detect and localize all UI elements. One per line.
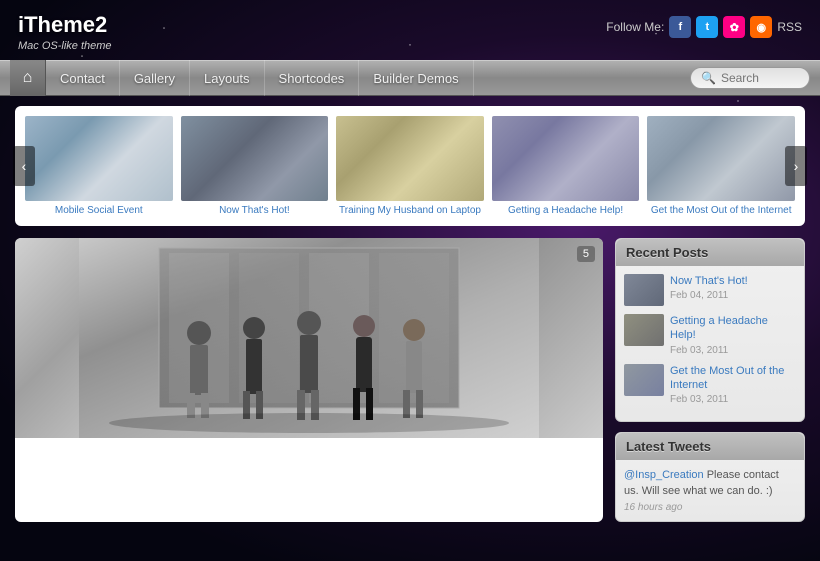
recent-post-3-title[interactable]: Get the Most Out of the Internet (670, 364, 796, 393)
nav-contact[interactable]: Contact (46, 60, 120, 96)
page-header: iTheme2 Mac OS-like theme Follow Me: f t… (0, 0, 820, 60)
slide-4-caption[interactable]: Getting a Headache Help! (492, 205, 640, 216)
nav-gallery[interactable]: Gallery (120, 60, 190, 96)
slide-2-image (181, 116, 329, 201)
slide-2-caption[interactable]: Now That's Hot! (181, 205, 329, 216)
home-nav-button[interactable]: ⌂ (10, 60, 46, 96)
slide-3-caption[interactable]: Training My Husband on Laptop (336, 205, 484, 216)
slide-1-image (25, 116, 173, 201)
slide-5-image (647, 116, 795, 201)
slide-2: Now That's Hot! (181, 116, 329, 216)
nav-layouts[interactable]: Layouts (190, 60, 265, 96)
site-title: iTheme2 (18, 12, 112, 38)
twitter-icon[interactable]: t (696, 16, 718, 38)
recent-thumb-2 (624, 314, 664, 346)
main-content: ‹ Mobile Social Event Now That's Hot! Tr… (0, 96, 820, 532)
main-post-image: 5 (15, 238, 603, 438)
recent-post-3: Get the Most Out of the Internet Feb 03,… (624, 364, 796, 406)
recent-post-1-date: Feb 04, 2011 (670, 290, 748, 301)
recent-post-1-title[interactable]: Now That's Hot! (670, 274, 748, 288)
post-comment-badge: 5 (577, 246, 595, 262)
content-row: 5 Recent Posts Now That's Hot! Feb 04, 2… (15, 238, 805, 522)
recent-post-2-date: Feb 03, 2011 (670, 345, 796, 356)
search-input[interactable] (721, 71, 801, 85)
recent-thumb-1 (624, 274, 664, 306)
main-post: 5 (15, 238, 603, 522)
slideshow-prev-button[interactable]: ‹ (13, 146, 35, 186)
latest-tweets-widget: Latest Tweets @Insp_Creation Please cont… (615, 432, 805, 522)
search-icon: 🔍 (701, 71, 716, 85)
recent-posts-title: Recent Posts (616, 239, 804, 266)
follow-label: Follow Me: (606, 20, 664, 34)
tweet-mention[interactable]: @Insp_Creation (624, 469, 704, 481)
latest-tweets-body: @Insp_Creation Please contact us. Will s… (616, 460, 804, 521)
slide-4: Getting a Headache Help! (492, 116, 640, 216)
navigation-bar: ⌂ Contact Gallery Layouts Shortcodes Bui… (0, 60, 820, 96)
latest-tweets-title: Latest Tweets (616, 433, 804, 460)
site-tagline: Mac OS-like theme (18, 40, 112, 52)
recent-post-2: Getting a Headache Help! Feb 03, 2011 (624, 314, 796, 356)
site-branding: iTheme2 Mac OS-like theme (18, 12, 112, 52)
rss-icon[interactable]: ◉ (750, 16, 772, 38)
slide-1: Mobile Social Event (25, 116, 173, 216)
slideshow-next-button[interactable]: › (785, 146, 807, 186)
recent-post-3-date: Feb 03, 2011 (670, 394, 796, 405)
recent-post-2-title[interactable]: Getting a Headache Help! (670, 314, 796, 343)
slide-1-caption[interactable]: Mobile Social Event (25, 205, 173, 216)
main-post-svg (15, 238, 603, 438)
slide-5-caption[interactable]: Get the Most Out of the Internet (647, 205, 795, 216)
facebook-icon[interactable]: f (669, 16, 691, 38)
flickr-icon[interactable]: ✿ (723, 16, 745, 38)
rss-label[interactable]: RSS (777, 20, 802, 34)
follow-section: Follow Me: f t ✿ ◉ RSS (606, 16, 802, 38)
recent-post-1-info: Now That's Hot! Feb 04, 2011 (670, 274, 748, 301)
search-box[interactable]: 🔍 (690, 67, 810, 89)
recent-post-1: Now That's Hot! Feb 04, 2011 (624, 274, 796, 306)
slide-5: Get the Most Out of the Internet (647, 116, 795, 216)
recent-thumb-3 (624, 364, 664, 396)
nav-shortcodes[interactable]: Shortcodes (265, 60, 360, 96)
slide-3-image (336, 116, 484, 201)
tweet-content: @Insp_Creation Please contact us. Will s… (624, 468, 796, 499)
recent-post-3-info: Get the Most Out of the Internet Feb 03,… (670, 364, 796, 406)
slideshow-inner: Mobile Social Event Now That's Hot! Trai… (25, 116, 795, 216)
nav-builder-demos[interactable]: Builder Demos (359, 60, 473, 96)
slideshow: ‹ Mobile Social Event Now That's Hot! Tr… (15, 106, 805, 226)
recent-posts-widget: Recent Posts Now That's Hot! Feb 04, 201… (615, 238, 805, 422)
recent-post-2-info: Getting a Headache Help! Feb 03, 2011 (670, 314, 796, 356)
slide-3: Training My Husband on Laptop (336, 116, 484, 216)
tweet-time: 16 hours ago (624, 502, 796, 513)
slide-4-image (492, 116, 640, 201)
sidebar: Recent Posts Now That's Hot! Feb 04, 201… (615, 238, 805, 522)
recent-posts-body: Now That's Hot! Feb 04, 2011 Getting a H… (616, 266, 804, 421)
